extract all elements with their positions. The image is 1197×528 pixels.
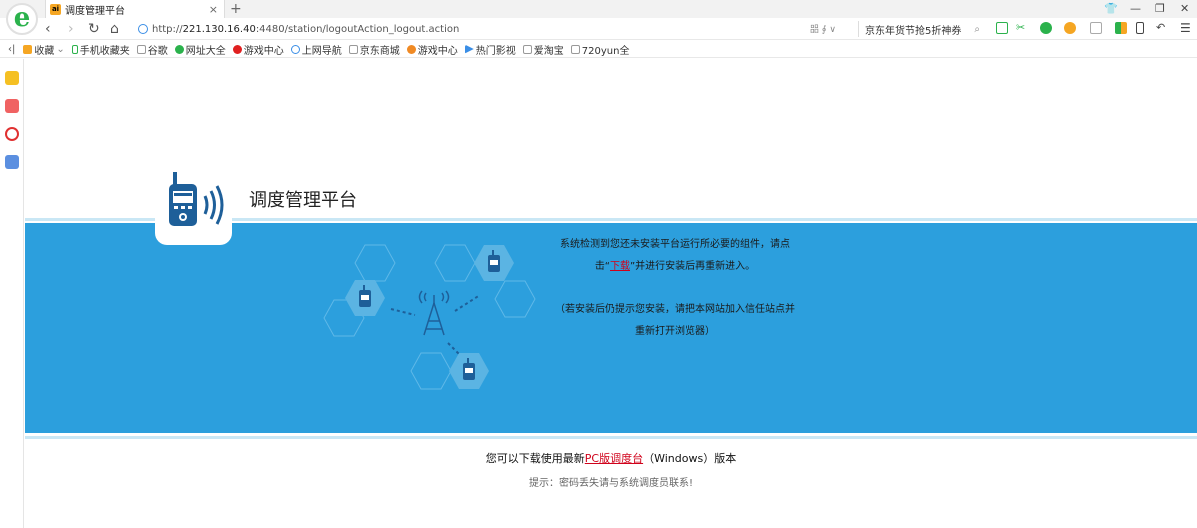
bookmark-item[interactable]: 谷歌 <box>136 42 168 57</box>
globe-icon <box>174 44 184 54</box>
radio-screen <box>490 260 498 265</box>
radio-screen <box>465 368 473 373</box>
tab-title: 调度管理平台 <box>65 5 125 17</box>
logo-card <box>155 159 232 245</box>
page-icon <box>522 44 532 54</box>
search-suggestion: 京东年货节抢5折神券 <box>865 25 962 37</box>
site-info-icon[interactable] <box>138 24 148 34</box>
page-icon <box>136 44 146 54</box>
bookmark-item[interactable]: 游戏中心 <box>406 42 458 57</box>
bookmark-item[interactable]: 720yun全 <box>570 42 629 57</box>
hex-outline <box>494 280 536 318</box>
phone-icon[interactable] <box>1136 22 1144 34</box>
radio-antenna <box>492 250 494 256</box>
footer-download: 您可以下载使用最新PC版调度台（Windows）版本 <box>485 452 737 465</box>
bookmark-item[interactable]: 收藏 ⌄ <box>23 42 65 57</box>
apps-icon[interactable] <box>1115 22 1127 34</box>
extension-green-icon[interactable] <box>1040 22 1052 34</box>
restore-button[interactable]: ❐ <box>1155 1 1165 17</box>
url-text: http://221.130.16.40:4480/station/logout… <box>152 23 460 35</box>
bookmark-item[interactable]: 上网导航 <box>290 42 342 57</box>
install-message-text: 系统检测到您还未安装平台运行所必要的组件，请点击“下载”并进行安装后再重新进入。 <box>560 239 790 272</box>
scissors-icon[interactable]: ✂ <box>1016 22 1028 34</box>
signal-link <box>447 342 461 356</box>
search-icon <box>290 44 300 54</box>
reader-icon[interactable] <box>996 22 1008 34</box>
browser-logo-icon[interactable]: e <box>6 3 38 35</box>
bookmarks-bar: ‹| 收藏 ⌄ 手机收藏夹 谷歌 网址大全 游戏中心 上网导航 京东商城 游戏中心… <box>0 41 1197 58</box>
page-icon <box>570 44 580 54</box>
forward-button[interactable]: › <box>68 20 74 38</box>
close-window-button[interactable]: ✕ <box>1180 1 1189 17</box>
weibo-icon[interactable] <box>5 127 19 141</box>
mail-icon[interactable] <box>1090 22 1102 34</box>
menu-icon[interactable]: ☰ <box>1180 22 1192 34</box>
address-tools[interactable]: 㗊 ∮ ∨ <box>810 22 836 35</box>
star-icon <box>23 44 33 54</box>
bookmark-item[interactable]: 热门影视 <box>464 42 516 57</box>
play-icon <box>464 44 474 54</box>
search-icon[interactable]: ⌕ <box>974 24 980 35</box>
radio-screen <box>361 295 369 300</box>
walkie-talkie-logo-icon <box>169 172 224 226</box>
mail-icon[interactable] <box>5 155 19 169</box>
download-link[interactable]: 下载 <box>610 261 630 272</box>
tab-close-icon[interactable]: × <box>209 3 218 16</box>
install-hint: （若安装后仍提示您安装，请把本网站加入信任站点并重新打开浏览器） <box>555 304 795 337</box>
undo-icon[interactable]: ↶ <box>1156 22 1168 34</box>
signal-link <box>390 308 416 316</box>
left-sidebar <box>0 59 24 528</box>
reload-button[interactable]: ↻ <box>88 20 100 38</box>
back-button[interactable]: ‹ <box>45 20 51 38</box>
shield-icon[interactable] <box>1064 22 1076 34</box>
page-icon <box>348 44 358 54</box>
notes-icon[interactable] <box>5 99 19 113</box>
footer-tip: 提示：密码丢失请与系统调度员联系! <box>528 478 693 489</box>
hex-outline <box>354 244 396 282</box>
pc-console-link[interactable]: PC版调度台 <box>585 452 643 465</box>
new-tab-button[interactable]: + <box>230 0 242 18</box>
bookmark-item[interactable]: 手机收藏夹 <box>71 42 130 57</box>
install-message: 系统检测到您还未安装平台运行所必要的组件，请点击“下载”并进行安装后再重新进入。… <box>555 234 795 343</box>
title-bar: ai 调度管理平台 × + 👕 — ❐ ✕ <box>0 0 1197 18</box>
phone-icon <box>71 44 78 54</box>
skin-icon[interactable]: 👕 <box>1104 1 1118 17</box>
hex-outline <box>410 352 452 390</box>
bookmark-item[interactable]: 游戏中心 <box>232 42 284 57</box>
address-bar[interactable]: http://221.130.16.40:4480/station/logout… <box>138 21 798 37</box>
minimize-button[interactable]: — <box>1130 1 1141 17</box>
bookmarks-collapse-icon[interactable]: ‹| <box>8 44 15 55</box>
tower-icon <box>418 290 450 336</box>
browser-tab[interactable]: ai 调度管理平台 × <box>45 0 225 18</box>
bookmark-item[interactable]: 爱淘宝 <box>522 42 564 57</box>
bookmark-item[interactable]: 网址大全 <box>174 42 226 57</box>
band-bottom-stripe <box>25 436 1197 439</box>
page-title: 调度管理平台 <box>249 190 357 211</box>
hex-outline <box>434 244 476 282</box>
favorites-icon[interactable] <box>5 71 19 85</box>
radio-antenna <box>467 358 469 364</box>
tab-favicon-icon: ai <box>50 3 61 15</box>
page-content: 调度管理平台 系统检测到您还未安装平台运行所必要的组件，请点击“下载”并进行安装… <box>25 59 1197 528</box>
radio-antenna <box>363 285 365 291</box>
search-input[interactable]: 京东年货节抢5折神券 ⌕ <box>858 21 980 37</box>
signal-link <box>454 294 481 312</box>
home-button[interactable]: ⌂ <box>110 20 119 38</box>
game-icon <box>406 44 416 54</box>
bookmark-item[interactable]: 京东商城 <box>348 42 400 57</box>
navigation-bar: ‹ › ↻ ⌂ http://221.130.16.40:4480/statio… <box>0 18 1197 40</box>
game-icon <box>232 44 242 54</box>
